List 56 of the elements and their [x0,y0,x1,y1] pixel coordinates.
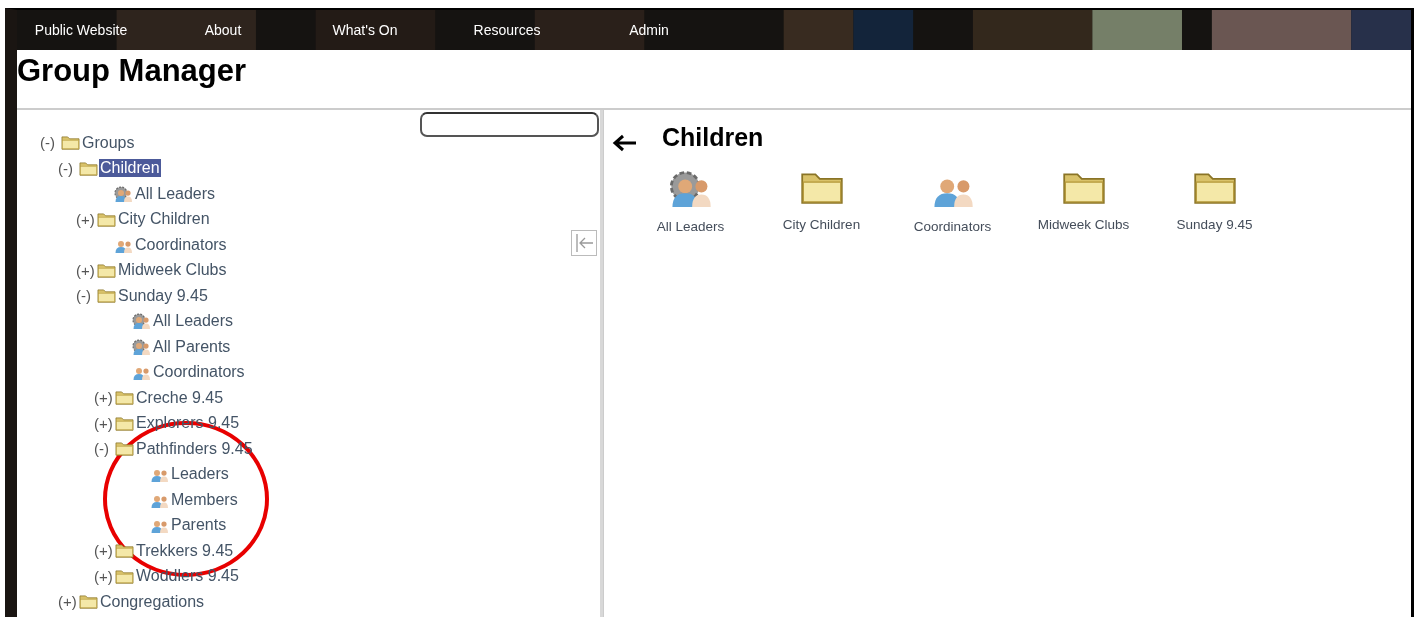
tree-item[interactable]: Coordinators [152,363,246,382]
expand-toggle[interactable]: (-) [94,440,115,458]
nav-link[interactable]: Admin [585,22,713,38]
tree-item[interactable]: Groups [81,133,136,152]
folder-icon [97,211,116,227]
tree-item[interactable]: Trekkers 9.45 [135,541,235,560]
folder-icon [115,390,134,406]
tree-item[interactable]: Midweek Clubs [117,261,228,280]
tree-item[interactable]: Children [99,159,161,178]
tree-item[interactable]: All Leaders [134,184,217,203]
page-title: Group Manager [17,53,248,90]
tree-item[interactable]: Coordinators [134,235,228,254]
expand-toggle[interactable]: (-) [58,159,79,177]
expand-toggle[interactable]: (+) [94,389,115,407]
folder-icon [79,594,98,610]
gear-people-icon [132,313,151,330]
tree-item[interactable]: All Parents [152,337,232,356]
tree-item[interactable]: Members [170,490,239,509]
folder-icon [115,415,134,431]
gear-people-icon [114,185,133,202]
gear-people-icon [668,170,713,208]
tree-item[interactable]: City Children [117,210,211,229]
expand-toggle[interactable]: (-) [76,287,97,305]
folder-icon [115,568,134,584]
folder-icon [79,160,98,176]
folder-icon [115,441,134,457]
nav-link[interactable]: About [159,22,287,38]
item-label[interactable]: All Leaders [656,219,725,235]
item-label[interactable]: Coordinators [913,219,992,235]
search-field[interactable] [420,112,599,137]
expand-toggle[interactable]: (+) [94,542,115,560]
item-label[interactable]: City Children [782,217,861,233]
folder-icon [61,135,80,151]
nav-link[interactable]: What's On [301,22,429,38]
back-arrow-icon[interactable] [612,132,638,152]
tree-item[interactable]: All Leaders [152,312,235,331]
expand-toggle[interactable]: (+) [58,593,79,611]
folder-icon [115,543,134,559]
tree-item[interactable]: Parents [170,516,228,535]
nav-link[interactable]: Public Website [17,22,145,38]
tree-item[interactable]: Leaders [170,465,230,484]
tree-item[interactable]: Sunday 9.45 [117,286,209,305]
nav-link[interactable]: Resources [443,22,571,38]
gear-people-icon [132,338,151,355]
expand-toggle[interactable]: (-) [40,134,61,152]
folder-icon [97,262,116,278]
expand-toggle[interactable]: (+) [76,261,97,279]
tree-item[interactable]: Creche 9.45 [135,388,225,407]
folder-title: Children [662,122,764,152]
expand-toggle[interactable]: (+) [94,567,115,585]
item-label[interactable]: Midweek Clubs [1037,217,1130,233]
item-label[interactable]: Sunday 9.45 [1176,217,1253,233]
tree-item[interactable]: Congregations [99,592,206,611]
expand-toggle[interactable]: (+) [94,414,115,432]
expand-toggle[interactable]: (+) [76,210,97,228]
folder-icon [97,288,116,304]
